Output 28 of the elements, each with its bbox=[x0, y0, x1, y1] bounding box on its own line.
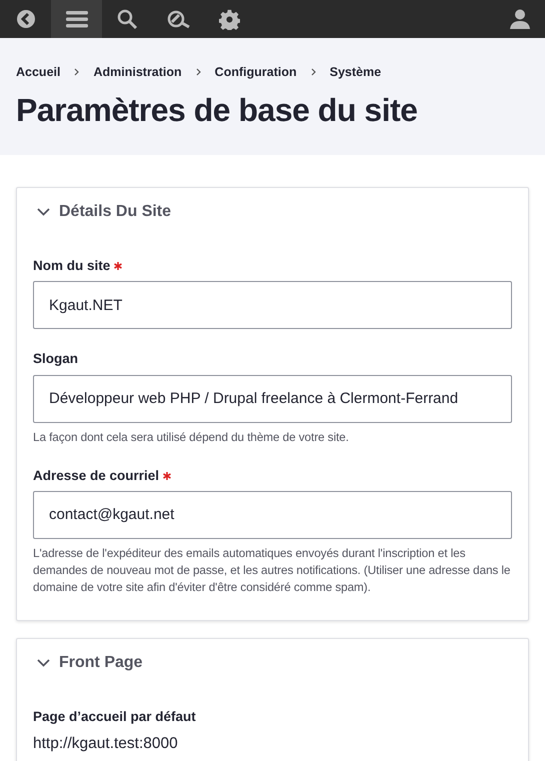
text-input[interactable]: contact@kgaut.net bbox=[33, 490, 512, 539]
field-label: Nom du site bbox=[33, 257, 110, 275]
field-prefix: http://kgaut.test:8000 bbox=[33, 734, 179, 754]
field-description: La façon dont cela sera utilisé dépend du thème de votre site. bbox=[33, 428, 350, 446]
chevron-right-icon bbox=[74, 68, 80, 76]
back-icon[interactable] bbox=[16, 9, 36, 29]
field-label: Page d’accueil par défaut bbox=[33, 708, 196, 726]
breadcrumb-link[interactable]: Configuration bbox=[214, 63, 297, 82]
field-label: Slogan bbox=[33, 350, 78, 368]
breadcrumb-link[interactable]: Administration bbox=[93, 63, 182, 82]
field-description: L'adresse de l'expéditeur des emails automatiques envoyés durant l'inscription et les demandes de nouveau mot de passe, et les autres notifications. (Utiliser une adresse dans le domaine de votre site afin d'éviter d'être considéré comme spam). bbox=[33, 544, 512, 596]
breadcrumb-link[interactable]: Accueil bbox=[16, 63, 60, 82]
menu-icon[interactable] bbox=[64, 9, 88, 29]
chevron-right-icon bbox=[196, 68, 201, 76]
field-label: Adresse de courriel bbox=[33, 466, 160, 484]
required-icon bbox=[163, 472, 172, 480]
text-input[interactable]: Kgaut.NET bbox=[33, 281, 512, 330]
settings-icon[interactable] bbox=[219, 8, 240, 30]
section-toggle[interactable]: Front Page bbox=[33, 638, 143, 687]
magnifier-icon[interactable] bbox=[166, 9, 190, 29]
page-title: Paramètres de base du site bbox=[16, 90, 418, 130]
chevron-right-icon bbox=[310, 68, 316, 76]
user-icon[interactable] bbox=[509, 8, 531, 30]
section-toggle[interactable]: Détails Du Site bbox=[33, 188, 172, 236]
required-icon bbox=[114, 262, 122, 270]
search-icon[interactable] bbox=[117, 8, 138, 30]
text-input[interactable]: Développeur web PHP / Drupal freelance à Clermont-Ferrand bbox=[33, 374, 512, 422]
breadcrumb-link[interactable]: Système bbox=[330, 63, 382, 82]
